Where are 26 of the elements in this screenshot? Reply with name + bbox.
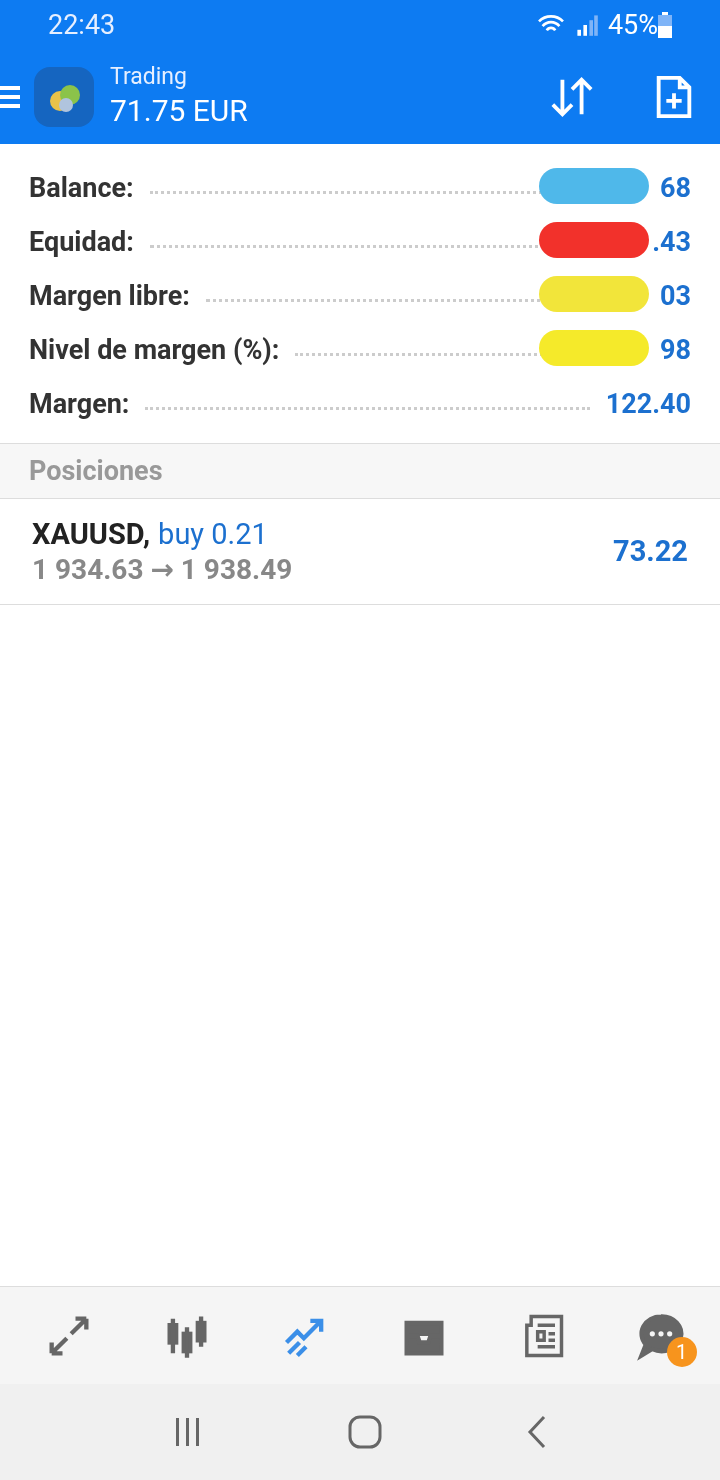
header-title: Trading: [110, 63, 188, 91]
trade-side: buy 0.21: [158, 515, 268, 552]
account-value: 68: [660, 171, 691, 204]
account-label: Equidad:: [29, 224, 134, 260]
battery-icon: [658, 12, 672, 38]
add-document-icon: [654, 74, 694, 120]
account-label: Balance:: [29, 170, 134, 206]
symbol: XAUUSD,: [32, 515, 151, 552]
account-label: Nivel de margen (%):: [29, 332, 280, 368]
account-label: Margen:: [29, 386, 130, 422]
account-value: 122.40: [605, 387, 691, 420]
price-change: 1 934.63 → 1 938.49: [32, 551, 293, 588]
account-balance: 71.75 EUR: [110, 92, 248, 130]
back-icon[interactable]: [526, 1415, 548, 1449]
profit: 73.22: [613, 532, 688, 570]
account-label: Margen libre:: [29, 278, 190, 314]
account-value: .43: [652, 225, 691, 258]
notification-badge: 1: [666, 1337, 697, 1367]
section-title: Posiciones: [29, 453, 163, 489]
battery-percent: 45%: [607, 7, 658, 43]
home-icon[interactable]: [348, 1415, 382, 1449]
position-row[interactable]: XAUUSD, buy 0.21 1 934.63 → 1 938.49 73.22: [0, 499, 720, 605]
app-logo-icon: [34, 67, 94, 127]
status-time: 22:43: [48, 7, 116, 43]
account-value: 98: [660, 333, 691, 366]
account-value: 03: [660, 279, 691, 312]
